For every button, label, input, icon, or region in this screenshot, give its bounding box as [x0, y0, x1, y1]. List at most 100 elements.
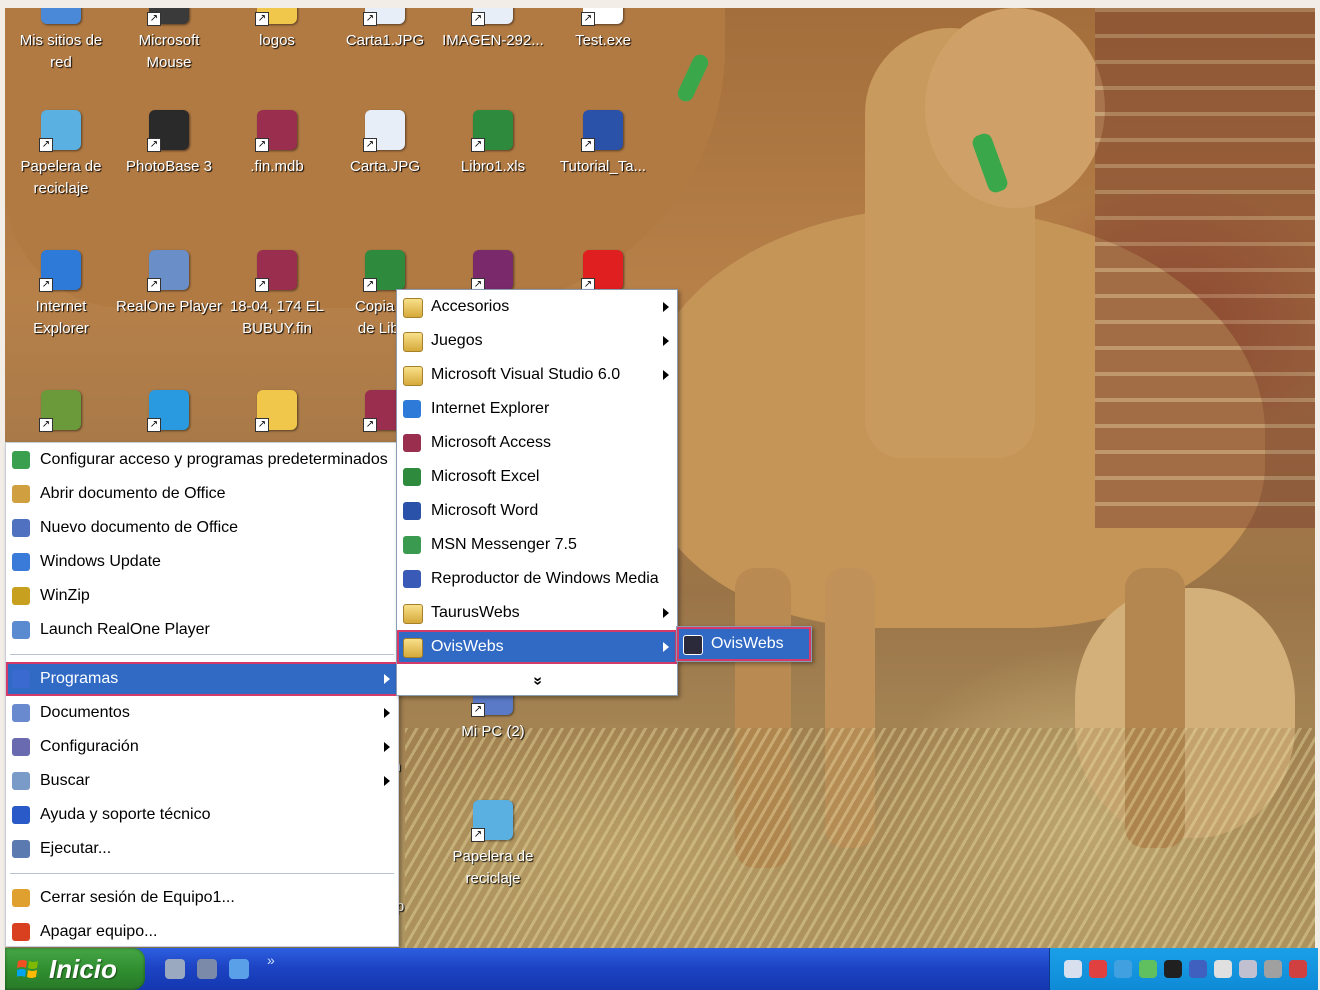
desktop-icon[interactable]: ↗ Libro1.xls [440, 110, 546, 178]
menu-item[interactable]: Microsoft Excel [397, 460, 677, 494]
search-icon [12, 772, 30, 790]
shortcut-arrow-icon: ↗ [147, 138, 161, 152]
desktop-icon[interactable]: ↗ [224, 390, 330, 436]
desktop-icon[interactable]: ↗ [116, 390, 222, 436]
access-icon [403, 434, 421, 452]
new-office-doc-icon [12, 519, 30, 537]
shortcut-arrow-icon: ↗ [471, 138, 485, 152]
start-menu-separator [10, 873, 394, 874]
menu-item[interactable]: Buscar [6, 764, 398, 798]
menu-item-label: Juegos [431, 332, 483, 349]
menu-item[interactable]: MSN Messenger 7.5 [397, 528, 677, 562]
internet-explorer-icon[interactable] [229, 959, 249, 979]
tray-app-icon[interactable] [1214, 960, 1232, 978]
menu-item[interactable]: Apagar equipo... [6, 915, 398, 949]
menu-item[interactable]: Nuevo documento de Office [6, 511, 398, 545]
menu-item[interactable]: OvisWebs [397, 630, 677, 664]
access-file-icon: ↗ [255, 250, 297, 292]
volume-icon[interactable] [1064, 960, 1082, 978]
menu-item[interactable]: Ayuda y soporte técnico [6, 798, 398, 832]
desktop-icon[interactable]: ↗ Carta.JPG [332, 110, 438, 178]
media-player-icon [403, 570, 421, 588]
menu-item[interactable]: Cerrar sesión de Equipo1... [6, 881, 398, 915]
msn-messenger-icon [403, 536, 421, 554]
word-file-icon: ↗ [581, 110, 623, 152]
desktop-icon[interactable]: ↗ RealOne Player [116, 250, 222, 318]
shortcut-arrow-icon: ↗ [363, 12, 377, 26]
word-icon [403, 502, 421, 520]
help-icon [12, 806, 30, 824]
desktop-icon[interactable]: ↗ IMAGEN-292... [440, 8, 546, 52]
tray-app-icon[interactable] [1264, 960, 1282, 978]
menu-item[interactable]: Documentos [6, 696, 398, 730]
expand-menu-button[interactable]: » [397, 664, 677, 698]
shortcut-arrow-icon: ↗ [255, 12, 269, 26]
menu-item-label: Microsoft Word [431, 502, 539, 519]
shortcut-arrow-icon: ↗ [255, 138, 269, 152]
desktop-icon[interactable]: ↗ Carta1.JPG [332, 8, 438, 52]
menu-item[interactable]: Windows Update [6, 545, 398, 579]
show-desktop-icon[interactable] [165, 959, 185, 979]
shortcut-arrow-icon: ↗ [471, 12, 485, 26]
menu-item[interactable]: Reproductor de Windows Media [397, 562, 677, 596]
menu-item[interactable]: Abrir documento de Office [6, 477, 398, 511]
menu-item[interactable]: Microsoft Word [397, 494, 677, 528]
menu-item[interactable]: Programas [6, 662, 398, 696]
menu-item[interactable]: Juegos [397, 324, 677, 358]
menu-item-label: Reproductor de Windows Media [431, 570, 659, 587]
menu-item-label: MSN Messenger 7.5 [431, 536, 577, 553]
menu-item[interactable]: Microsoft Access [397, 426, 677, 460]
tray-app-icon[interactable] [1089, 960, 1107, 978]
desktop-icon[interactable]: ↗ Microsoft Mouse [116, 8, 222, 74]
menu-item[interactable]: Microsoft Visual Studio 6.0 [397, 358, 677, 392]
menu-item-label: Microsoft Excel [431, 468, 540, 485]
shortcut-arrow-icon: ↗ [39, 418, 53, 432]
screen: Mis sitios de red ↗ Microsoft Mouse ↗ logos ↗… [0, 0, 1320, 990]
ovis-app-item[interactable]: OvisWebs [677, 627, 811, 661]
desktop-icon[interactable]: ↗ Papelera de reciclaje [440, 800, 546, 890]
menu-item[interactable]: Internet Explorer [397, 392, 677, 426]
excel-icon [403, 468, 421, 486]
menu-item[interactable]: Configurar acceso y programas predetermi… [6, 443, 398, 477]
shortcut-arrow-icon: ↗ [581, 12, 595, 26]
desktop-icon[interactable]: ↗ Internet Explorer [8, 250, 114, 340]
shield-icon[interactable] [1139, 960, 1157, 978]
desktop-icon[interactable]: ↗ Papelera de reciclaje [8, 110, 114, 200]
tray-app-icon[interactable] [1189, 960, 1207, 978]
start-menu: Configurar acceso y programas predetermi… [5, 442, 399, 947]
quick-launch-overflow[interactable]: » [267, 952, 275, 968]
paw-icon[interactable] [197, 959, 217, 979]
tray-app-icon[interactable] [1239, 960, 1257, 978]
desktop-icon[interactable]: ↗ .fin.mdb [224, 110, 330, 178]
menu-item[interactable]: Configuración [6, 730, 398, 764]
menu-item[interactable]: WinZip [6, 579, 398, 613]
menu-item[interactable]: Accesorios [397, 290, 677, 324]
desktop-icon[interactable]: ↗ PhotoBase 3 [116, 110, 222, 178]
excel-file-icon: ↗ [363, 250, 405, 292]
menu-item-label: Microsoft Visual Studio 6.0 [431, 366, 621, 383]
desktop-icon[interactable]: ↗ Test.exe [550, 8, 656, 52]
desktop-icon[interactable]: ↗ [8, 390, 114, 436]
tray-app-icon[interactable] [1164, 960, 1182, 978]
image-file-icon: ↗ [363, 8, 405, 26]
desktop-icon[interactable]: ↗ logos [224, 8, 330, 52]
desktop-icon[interactable]: Mis sitios de red [8, 8, 114, 74]
menu-item-label: Documentos [40, 704, 130, 721]
menu-item-label: Cerrar sesión de Equipo1... [40, 889, 235, 906]
desktop-icon[interactable]: ↗ Tutorial_Ta... [550, 110, 656, 178]
menu-item[interactable]: TaurusWebs [397, 596, 677, 630]
menu-item-label: Apagar equipo... [40, 923, 158, 940]
start-button[interactable]: Inicio [5, 948, 145, 990]
menu-item[interactable]: Ejecutar... [6, 832, 398, 866]
submenu-arrow-icon [663, 608, 669, 618]
tray-app-icon[interactable] [1289, 960, 1307, 978]
submenu-arrow-icon [663, 642, 669, 652]
desktop-icon[interactable]: ↗ 18-04, 174 EL BUBUY.fin [224, 250, 330, 340]
programs-folder-icon [403, 638, 423, 658]
shortcut-arrow-icon: ↗ [363, 278, 377, 292]
menu-item[interactable]: Launch RealOne Player [6, 613, 398, 647]
desktop-icon-label: Mi PC (2) [461, 723, 525, 740]
tray-app-icon[interactable] [1114, 960, 1132, 978]
menu-item-label: Windows Update [40, 553, 161, 570]
menu-item-label: Buscar [40, 772, 90, 789]
